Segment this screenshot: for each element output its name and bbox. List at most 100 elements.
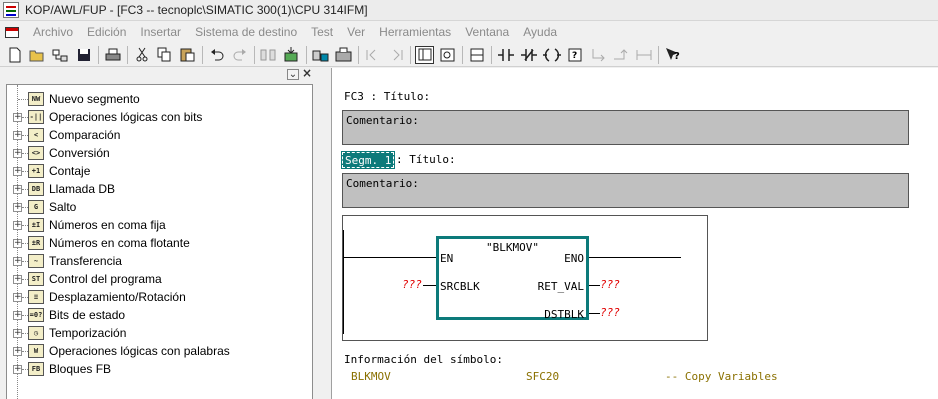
tree-item[interactable]: + FB Bloques FB bbox=[7, 360, 312, 378]
menu-sistema-de-destino[interactable]: Sistema de destino bbox=[188, 22, 304, 42]
tree-item-label: Operaciones lógicas con palabras bbox=[49, 344, 230, 358]
segment-comment-box[interactable]: Comentario: bbox=[342, 173, 909, 208]
tree-item[interactable]: + ~ Transferencia bbox=[7, 252, 312, 270]
pane-options-button[interactable]: ⌄ bbox=[287, 69, 299, 80]
tree-item[interactable]: + ◷ Temporización bbox=[7, 324, 312, 342]
tree-item[interactable]: + -|| Operaciones lógicas con bits bbox=[7, 108, 312, 126]
expand-icon[interactable]: + bbox=[13, 293, 22, 302]
tree-item[interactable]: + ±I Números en coma fija bbox=[7, 216, 312, 234]
next-segment-icon[interactable] bbox=[386, 46, 405, 64]
accessible-nodes-icon[interactable] bbox=[51, 46, 70, 64]
download-icon[interactable] bbox=[282, 46, 301, 64]
close-pane-button[interactable]: × bbox=[301, 67, 313, 80]
new-network-icon[interactable] bbox=[467, 46, 486, 64]
tree-item[interactable]: + ≡ Desplazamiento/Rotación bbox=[7, 288, 312, 306]
menu-ver[interactable]: Ver bbox=[340, 22, 372, 42]
redo-icon[interactable] bbox=[230, 46, 249, 64]
expand-icon[interactable]: + bbox=[13, 203, 22, 212]
tree-item[interactable]: + ±R Números en coma flotante bbox=[7, 234, 312, 252]
power-rail bbox=[343, 230, 344, 334]
expand-icon[interactable]: + bbox=[13, 149, 22, 158]
tree-item-label: Bits de estado bbox=[49, 308, 126, 322]
expand-icon[interactable]: + bbox=[13, 329, 22, 338]
editor-pane[interactable]: FC3 : Título: Comentario: Segm. 1 : Títu… bbox=[331, 68, 938, 399]
blkmov-function-block[interactable]: "BLKMOV" EN ENO SRCBLK RET_VAL DSTBLK bbox=[436, 236, 589, 321]
app-icon bbox=[3, 2, 19, 18]
counter-icon: +1 bbox=[28, 164, 44, 178]
block-title[interactable]: FC3 : Título: bbox=[344, 90, 430, 103]
menu-archivo[interactable]: Archivo bbox=[26, 22, 80, 42]
tree-item[interactable]: + +1 Contaje bbox=[7, 162, 312, 180]
new-icon[interactable] bbox=[5, 46, 24, 64]
expand-icon[interactable]: + bbox=[13, 311, 22, 320]
tree-item[interactable]: + =0? Bits de estado bbox=[7, 306, 312, 324]
expand-icon[interactable]: + bbox=[13, 275, 22, 284]
open-branch-icon[interactable] bbox=[588, 46, 607, 64]
tree-item-label: Conversión bbox=[49, 146, 110, 160]
previous-segment-icon[interactable] bbox=[363, 46, 382, 64]
monitor-icon[interactable] bbox=[334, 46, 353, 64]
paste-icon[interactable] bbox=[178, 46, 197, 64]
normally-open-contact-icon[interactable] bbox=[496, 46, 515, 64]
segment-title[interactable]: : Título: bbox=[396, 153, 456, 166]
online-offline-icon[interactable] bbox=[311, 46, 330, 64]
help-icon[interactable]: ? bbox=[663, 46, 682, 64]
menu-insertar[interactable]: Insertar bbox=[133, 22, 188, 42]
menu-ventana[interactable]: Ventana bbox=[458, 22, 516, 42]
pin-en: EN bbox=[440, 252, 454, 265]
window-title: KOP/AWL/FUP - [FC3 -- tecnoplc\SIMATIC 3… bbox=[25, 3, 368, 17]
document-menu-icon[interactable] bbox=[4, 25, 20, 39]
symbol-name: BLKMOV bbox=[351, 370, 391, 383]
menu-edicion[interactable]: Edición bbox=[80, 22, 133, 42]
bit-logic-icon: -|| bbox=[28, 110, 44, 124]
expand-icon[interactable]: + bbox=[13, 167, 22, 176]
tree-item[interactable]: + W Operaciones lógicas con palabras bbox=[7, 342, 312, 360]
coil-icon[interactable] bbox=[542, 46, 561, 64]
program-elements-icon[interactable] bbox=[438, 46, 457, 64]
expand-icon[interactable]: + bbox=[13, 347, 22, 356]
tree-item[interactable]: + < Comparación bbox=[7, 126, 312, 144]
toolbar-separator bbox=[491, 45, 492, 64]
menu-ayuda[interactable]: Ayuda bbox=[516, 22, 564, 42]
network-canvas[interactable]: "BLKMOV" EN ENO SRCBLK RET_VAL DSTBLK ??… bbox=[342, 215, 708, 341]
segment-badge[interactable]: Segm. 1 bbox=[340, 151, 396, 169]
menu-herramientas[interactable]: Herramientas bbox=[372, 22, 458, 42]
expand-icon[interactable]: + bbox=[13, 257, 22, 266]
save-icon[interactable] bbox=[74, 46, 93, 64]
expand-icon[interactable]: + bbox=[13, 239, 22, 248]
db-call-icon: DB bbox=[28, 182, 44, 196]
tree-item[interactable]: + ST Control del programa bbox=[7, 270, 312, 288]
expand-icon[interactable]: + bbox=[13, 113, 22, 122]
expand-icon[interactable]: + bbox=[13, 185, 22, 194]
expand-icon[interactable]: + bbox=[13, 365, 22, 374]
expand-icon[interactable]: + bbox=[13, 131, 22, 140]
tree-item[interactable]: + <> Conversión bbox=[7, 144, 312, 162]
tree-item[interactable]: + DB Llamada DB bbox=[7, 180, 312, 198]
open-icon[interactable] bbox=[28, 46, 47, 64]
menu-test[interactable]: Test bbox=[304, 22, 340, 42]
normally-closed-contact-icon[interactable] bbox=[519, 46, 538, 64]
toolbar: ? ? bbox=[0, 43, 938, 67]
tree-connector bbox=[18, 99, 28, 100]
load-icon[interactable] bbox=[259, 46, 278, 64]
catalog-tree[interactable]: NW Nuevo segmento + -|| Operaciones lógicas … bbox=[6, 84, 313, 399]
pin-dstblk: DSTBLK bbox=[544, 308, 584, 321]
pin-eno: ENO bbox=[564, 252, 584, 265]
copy-icon[interactable] bbox=[155, 46, 174, 64]
overview-icon[interactable] bbox=[415, 45, 434, 64]
empty-box-icon[interactable]: ? bbox=[565, 46, 584, 64]
srcblk-param[interactable]: ??? bbox=[402, 278, 422, 291]
dstblk-param[interactable]: ??? bbox=[600, 306, 620, 319]
close-branch-icon[interactable] bbox=[611, 46, 630, 64]
block-comment-label: Comentario: bbox=[346, 114, 419, 127]
conversion-icon: <> bbox=[28, 146, 44, 160]
print-icon[interactable] bbox=[103, 46, 122, 64]
cut-icon[interactable] bbox=[132, 46, 151, 64]
ret-val-param[interactable]: ??? bbox=[600, 278, 620, 291]
connection-icon[interactable] bbox=[634, 46, 653, 64]
tree-item[interactable]: NW Nuevo segmento bbox=[7, 90, 312, 108]
block-comment-box[interactable]: Comentario: bbox=[342, 110, 909, 145]
expand-icon[interactable]: + bbox=[13, 221, 22, 230]
tree-item[interactable]: + G Salto bbox=[7, 198, 312, 216]
undo-icon[interactable] bbox=[207, 46, 226, 64]
